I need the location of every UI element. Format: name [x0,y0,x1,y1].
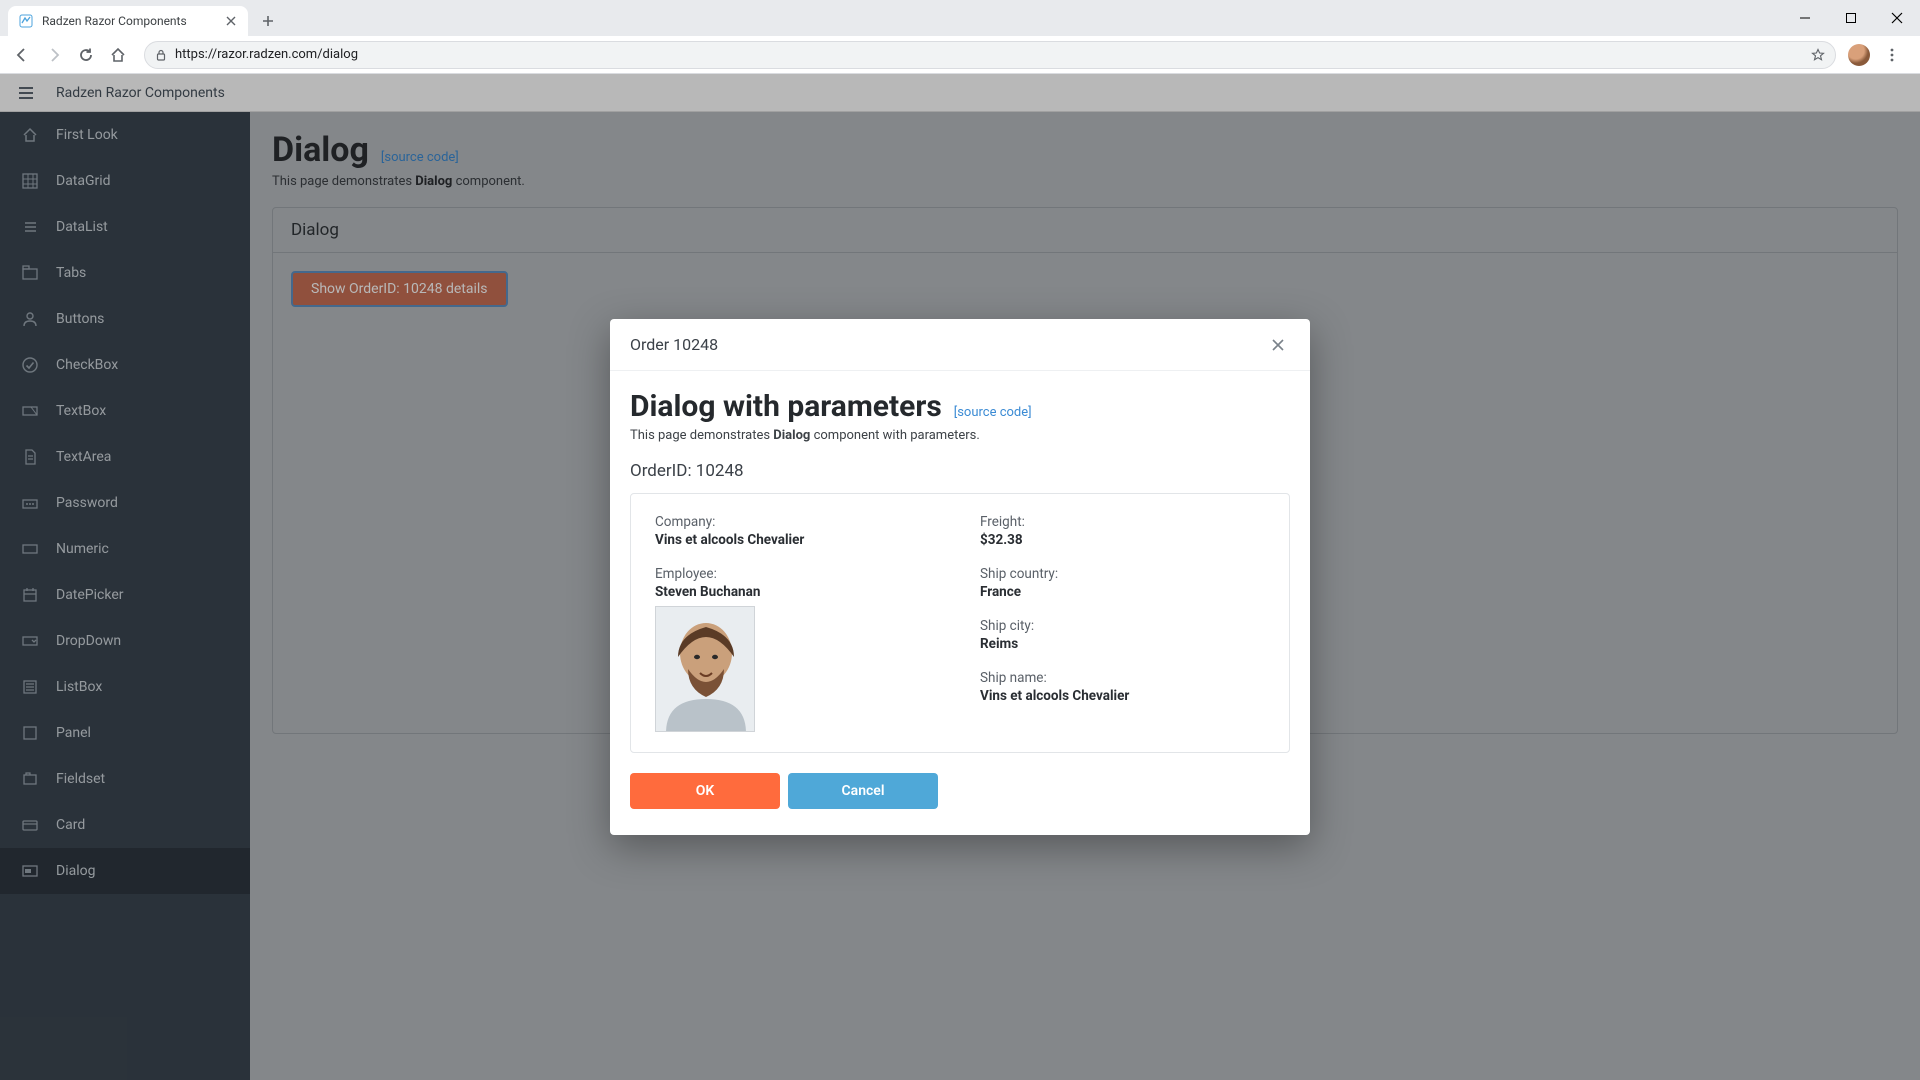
order-card: Company: Vins et alcools Chevalier Emplo… [630,493,1290,753]
window-close-button[interactable] [1874,3,1920,33]
dialog-source-code-link[interactable]: [source code] [954,405,1032,420]
bookmark-icon[interactable] [1811,48,1825,62]
browser-tab[interactable]: Radzen Razor Components [8,6,248,36]
dialog-subtitle-post: component with parameters. [810,428,979,443]
dialog: Order 10248 Dialog with parameters [sour… [610,319,1310,835]
ship-country-value: France [980,584,1265,600]
address-bar[interactable]: https://razor.radzen.com/dialog [144,41,1836,69]
ship-city-value: Reims [980,636,1265,652]
app-area: Radzen Razor Components First LookDataGr… [0,74,1920,1080]
company-value: Vins et alcools Chevalier [655,532,940,548]
ship-name-label: Ship name: [980,670,1265,686]
browser-toolbar: https://razor.radzen.com/dialog [0,36,1920,74]
browser-chrome: Radzen Razor Components https://razor.ra… [0,0,1920,74]
order-card-left: Company: Vins et alcools Chevalier Emplo… [655,514,940,732]
tab-close-icon[interactable] [224,14,238,28]
lock-icon [155,49,167,61]
cancel-button[interactable]: Cancel [788,773,938,809]
freight-label: Freight: [980,514,1265,530]
back-button[interactable] [8,41,36,69]
dialog-actions: OK Cancel [630,773,1290,809]
company-label: Company: [655,514,940,530]
freight-value: $32.38 [980,532,1265,548]
favicon-icon [18,13,34,29]
profile-avatar[interactable] [1848,44,1870,66]
reload-button[interactable] [72,41,100,69]
ship-country-label: Ship country: [980,566,1265,582]
dialog-close-icon[interactable] [1266,333,1290,357]
dialog-title: Order 10248 [630,335,718,354]
dialog-subtitle-bold: Dialog [773,428,810,443]
url-text: https://razor.radzen.com/dialog [175,47,1803,62]
employee-photo [655,606,755,732]
home-button[interactable] [104,41,132,69]
dialog-subtitle: This page demonstrates Dialog component … [630,428,1290,443]
browser-menu-button[interactable] [1878,41,1906,69]
dialog-titlebar: Order 10248 [610,319,1310,371]
dialog-order-id: OrderID: 10248 [630,461,1290,481]
dialog-heading: Dialog with parameters [630,389,942,424]
new-tab-button[interactable] [254,7,282,35]
ship-name-value: Vins et alcools Chevalier [980,688,1265,704]
window-maximize-button[interactable] [1828,3,1874,33]
dialog-subtitle-pre: This page demonstrates [630,428,773,443]
employee-value: Steven Buchanan [655,584,940,600]
forward-button[interactable] [40,41,68,69]
tab-title: Radzen Razor Components [42,14,216,28]
tab-strip: Radzen Razor Components [0,0,1920,36]
employee-label: Employee: [655,566,940,582]
order-card-right: Freight: $32.38 Ship country: France Shi… [980,514,1265,732]
ok-button[interactable]: OK [630,773,780,809]
ship-city-label: Ship city: [980,618,1265,634]
window-minimize-button[interactable] [1782,3,1828,33]
window-controls [1782,0,1920,36]
